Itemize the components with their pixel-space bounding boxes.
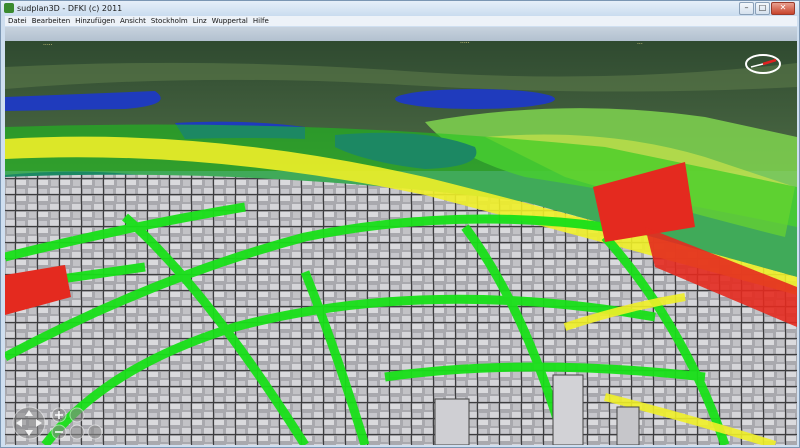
compass-icon[interactable] (743, 53, 783, 75)
tower-2 (616, 406, 640, 445)
navigation-controls (11, 405, 121, 441)
menu-bar: Datei Bearbeiten Hinzufügen Ansicht Stoc… (5, 16, 797, 26)
tower-1 (552, 374, 584, 445)
minimize-button[interactable]: – (739, 2, 754, 15)
maximize-button[interactable]: □ (755, 2, 770, 15)
menu-ansicht[interactable]: Ansicht (120, 16, 146, 26)
menu-wuppertal[interactable]: Wuppertal (212, 16, 248, 26)
place-label-1: ····· (43, 42, 53, 49)
menu-hilfe[interactable]: Hilfe (253, 16, 269, 26)
window-title: sudplan3D - DFKI (c) 2011 (17, 4, 123, 13)
menu-stockholm[interactable]: Stockholm (151, 16, 188, 26)
menu-bearbeiten[interactable]: Bearbeiten (32, 16, 70, 26)
zoom-out-icon[interactable] (51, 424, 67, 440)
close-button[interactable]: ✕ (771, 2, 795, 15)
place-label-2: ····· (460, 40, 470, 47)
place-label-3: ··· (637, 41, 643, 48)
menu-hinzufuegen[interactable]: Hinzufügen (75, 16, 115, 26)
menu-datei[interactable]: Datei (8, 16, 27, 26)
app-window: sudplan3D - DFKI (c) 2011 – □ ✕ Datei Be… (0, 0, 800, 448)
zoom-in-icon[interactable] (51, 407, 67, 423)
water-north (395, 89, 555, 109)
menu-linz[interactable]: Linz (193, 16, 207, 26)
3d-map-viewport[interactable]: ····· ····· ··· (5, 27, 797, 445)
city-scene: ····· ····· ··· (5, 27, 797, 445)
window-controls: – □ ✕ (739, 2, 795, 15)
title-bar[interactable]: sudplan3D - DFKI (c) 2011 – □ ✕ (1, 1, 799, 16)
tilt-icon[interactable] (69, 407, 103, 440)
app-icon (4, 3, 14, 13)
pan-control-icon[interactable] (12, 406, 46, 440)
tower-3 (434, 398, 470, 445)
